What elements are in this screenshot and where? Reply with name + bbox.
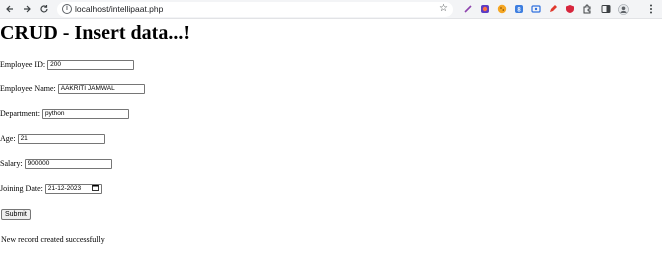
profile-avatar-icon[interactable] — [617, 3, 629, 15]
joining-date-label: Joining Date: — [0, 184, 43, 193]
address-bar[interactable]: i localhost/intellipaat.php ☆ — [57, 2, 453, 17]
employee-id-input[interactable]: 200 — [47, 60, 135, 70]
site-info-icon[interactable]: i — [62, 4, 72, 14]
age-row: Age: 21 — [0, 132, 105, 146]
salary-label: Salary: — [0, 159, 23, 168]
age-label: Age: — [0, 134, 16, 143]
screen-extension-icon[interactable] — [530, 3, 542, 15]
salary-input[interactable]: 900000 — [24, 159, 112, 169]
shield-extension-icon[interactable] — [564, 3, 576, 15]
cookie-extension-icon[interactable] — [496, 3, 508, 15]
pen-extension-icon[interactable] — [462, 3, 474, 15]
back-icon[interactable] — [3, 2, 17, 16]
joining-date-value: 21-12-2023 — [47, 185, 82, 192]
address-url[interactable]: localhost/intellipaat.php — [75, 4, 163, 15]
age-input[interactable]: 21 — [17, 134, 105, 144]
menu-kebab-icon[interactable] — [645, 3, 657, 15]
department-input[interactable]: python — [41, 109, 129, 119]
extensions-puzzle-icon[interactable] — [581, 3, 593, 15]
color-extension-icon[interactable] — [479, 3, 491, 15]
forward-icon[interactable] — [20, 2, 34, 16]
reload-icon[interactable] — [37, 2, 51, 16]
joining-date-row: Joining Date: 21-12-2023 — [0, 182, 102, 196]
department-label: Department: — [0, 109, 40, 118]
side-panel-icon[interactable] — [600, 3, 612, 15]
employee-name-input[interactable]: AAKRITI JAMWAL — [57, 84, 145, 94]
joining-date-input[interactable]: 21-12-2023 — [44, 184, 102, 194]
employee-id-row: Employee ID: 200 — [0, 58, 135, 72]
employee-id-label: Employee ID: — [0, 60, 46, 69]
grammar-extension-icon[interactable]: 8 — [513, 3, 525, 15]
status-message: New record created successfully — [1, 235, 105, 244]
submit-button[interactable]: Submit — [1, 209, 31, 220]
employee-name-label: Employee Name: — [0, 84, 56, 93]
employee-name-row: Employee Name: AAKRITI JAMWAL — [0, 82, 145, 96]
page-title: CRUD - Insert data...! — [0, 22, 190, 44]
salary-row: Salary: 900000 — [0, 157, 112, 171]
pencil-extension-icon[interactable] — [547, 3, 559, 15]
bookmark-star-icon[interactable]: ☆ — [439, 3, 448, 15]
department-row: Department: python — [0, 107, 129, 121]
calendar-icon[interactable] — [91, 185, 99, 193]
browser-toolbar: i localhost/intellipaat.php ☆ 8 — [0, 0, 662, 19]
